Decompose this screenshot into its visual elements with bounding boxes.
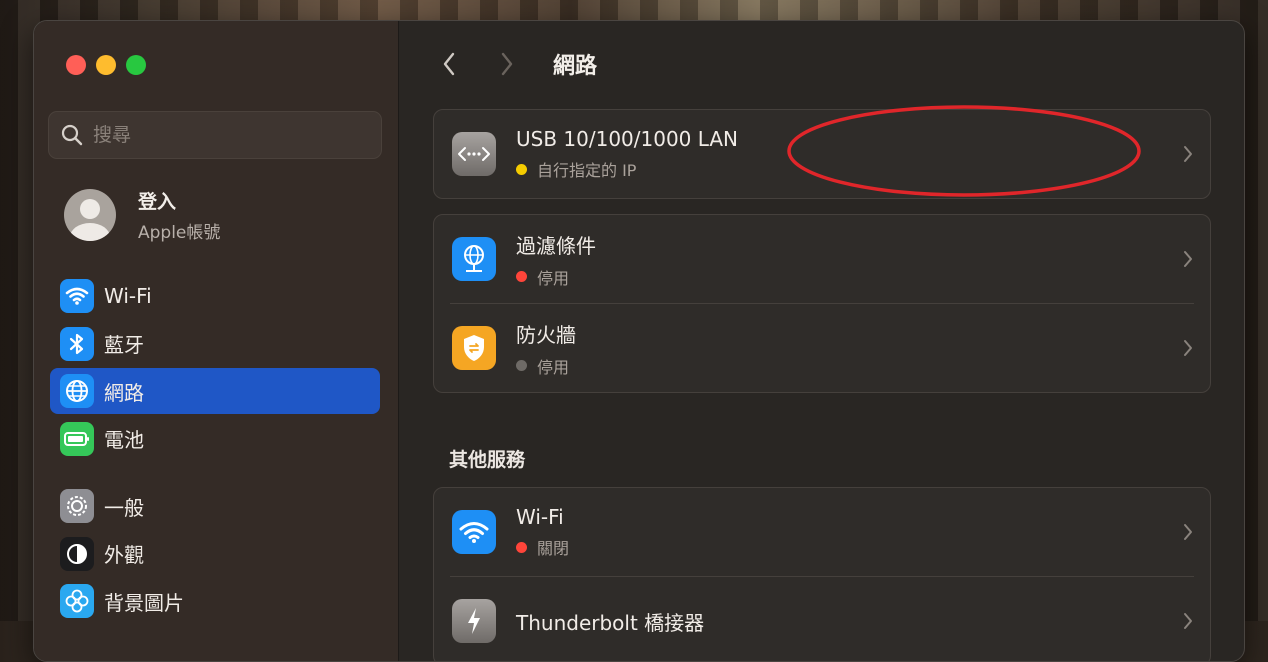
- page-title: 網路: [553, 54, 598, 79]
- sidebar-item-label: 背景圖片: [104, 590, 184, 615]
- close-button[interactable]: [66, 55, 86, 75]
- search-icon: [61, 124, 83, 146]
- service-status: 停用: [537, 357, 570, 377]
- sidebar-item-battery[interactable]: 電池: [50, 416, 380, 462]
- sidebar-item-network[interactable]: 網路: [50, 368, 380, 414]
- connections-card: USB 10/100/1000 LAN 自行指定的 IP: [433, 109, 1211, 199]
- sidebar-item-label: Wi-Fi: [104, 284, 152, 308]
- chevron-right-icon: [1184, 340, 1192, 356]
- back-button[interactable]: [435, 47, 463, 81]
- firewall-shield-icon: [452, 326, 496, 370]
- ethernet-icon: [452, 132, 496, 176]
- sidebar-item-label: 一般: [104, 495, 144, 520]
- sidebar-item-wifi[interactable]: Wi-Fi: [50, 273, 380, 319]
- account-name: 登入: [138, 191, 177, 213]
- status-dot: [516, 163, 527, 175]
- service-row-wifi[interactable]: Wi-Fi 關閉: [434, 488, 1210, 576]
- account-signin[interactable]: 登入 Apple帳號: [64, 187, 220, 243]
- sidebar-item-label: 網路: [104, 380, 144, 405]
- sidebar-item-wallpaper[interactable]: 背景圖片: [50, 578, 380, 624]
- appearance-icon: [60, 536, 94, 571]
- wifi-icon: [60, 279, 94, 313]
- avatar: [64, 189, 116, 241]
- sidebar: 登入 Apple帳號 Wi-Fi 藍牙 網路: [34, 21, 399, 661]
- service-status: 自行指定的 IP: [537, 161, 637, 180]
- minimize-button[interactable]: [96, 55, 116, 75]
- settings-window: 登入 Apple帳號 Wi-Fi 藍牙 網路: [33, 20, 1245, 662]
- gear-icon: [60, 489, 94, 523]
- bluetooth-icon: [60, 326, 94, 361]
- sidebar-nav: Wi-Fi 藍牙 網路 電池 一般 外觀 背景圖片: [50, 273, 380, 626]
- window-controls: [66, 55, 146, 75]
- thunderbolt-icon: [452, 599, 496, 643]
- wallpaper-icon: [60, 584, 94, 618]
- service-title: Thunderbolt 橋接器: [516, 610, 705, 635]
- sidebar-item-label: 電池: [104, 428, 144, 452]
- search-field[interactable]: [48, 111, 382, 159]
- chevron-right-icon: [1184, 146, 1192, 162]
- service-title: Wi-Fi: [516, 505, 564, 529]
- main-pane: 網路 USB 10/100/1000 LAN 自行指定的 IP 過濾條件 停用 …: [399, 21, 1244, 661]
- service-row-thunderbolt[interactable]: Thunderbolt 橋接器: [434, 577, 1210, 661]
- security-card: 過濾條件 停用 防火牆 停用: [433, 214, 1211, 393]
- section-heading-other-services: 其他服務: [449, 449, 526, 471]
- chevron-right-icon: [1184, 613, 1192, 629]
- sidebar-item-bluetooth[interactable]: 藍牙: [50, 321, 380, 367]
- chevron-right-icon: [1184, 524, 1192, 540]
- other-services-card: Wi-Fi 關閉 Thunderbolt 橋接器: [433, 487, 1211, 661]
- service-status: 停用: [537, 268, 570, 288]
- status-dot: [516, 541, 527, 553]
- service-title: 過濾條件: [516, 233, 596, 258]
- wifi-icon: [452, 510, 496, 554]
- sidebar-item-label: 外觀: [104, 543, 144, 567]
- filter-globe-icon: [452, 237, 496, 281]
- toolbar: 網路: [435, 47, 597, 81]
- status-dot: [516, 360, 527, 371]
- search-input[interactable]: [91, 123, 355, 147]
- chevron-right-icon: [1184, 251, 1192, 267]
- service-title: USB 10/100/1000 LAN: [516, 127, 739, 151]
- sidebar-item-general[interactable]: 一般: [50, 483, 380, 529]
- service-title: 防火牆: [516, 322, 576, 347]
- service-status: 關閉: [537, 539, 570, 558]
- chevron-left-icon: [443, 52, 455, 76]
- chevron-right-icon: [501, 52, 513, 76]
- globe-icon: [60, 374, 94, 408]
- forward-button[interactable]: [493, 47, 521, 81]
- sidebar-item-appearance[interactable]: 外觀: [50, 531, 380, 577]
- battery-icon: [60, 421, 94, 456]
- zoom-button[interactable]: [126, 55, 146, 75]
- service-row-usb-lan[interactable]: USB 10/100/1000 LAN 自行指定的 IP: [434, 110, 1210, 198]
- sidebar-item-label: 藍牙: [104, 333, 144, 357]
- service-row-firewall[interactable]: 防火牆 停用: [434, 304, 1210, 392]
- status-dot: [516, 271, 527, 282]
- account-subtitle: Apple帳號: [138, 223, 221, 243]
- service-row-filter[interactable]: 過濾條件 停用: [434, 215, 1210, 303]
